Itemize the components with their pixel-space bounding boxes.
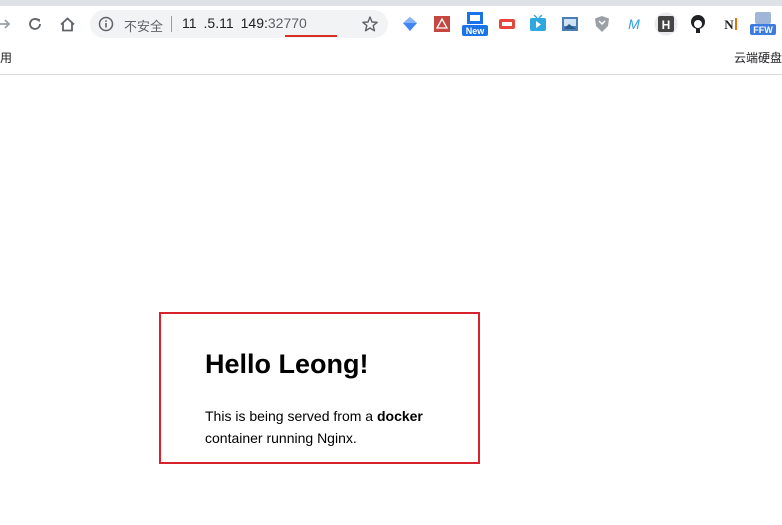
bookmarks-bar: 用 云端硬盘 [0, 42, 782, 75]
bookmark-star-icon[interactable] [361, 15, 379, 33]
image-extension-icon[interactable] [560, 14, 580, 34]
shield-extension-icon[interactable] [592, 14, 612, 34]
paragraph-text-before: This is being served from a [205, 408, 377, 424]
svg-text:H: H [662, 18, 671, 32]
port-underline-annotation [285, 35, 337, 37]
browser-toolbar: 不安全 11 .5.11 149:32770 New M H N FFW [0, 6, 782, 42]
diamond-extension-icon[interactable] [400, 14, 420, 34]
pdf-extension-icon[interactable] [432, 14, 452, 34]
bookmark-cloud-drive[interactable]: 云端硬盘 [734, 49, 782, 66]
ffw-extension-icon[interactable]: FFW [749, 12, 777, 35]
avatar-extension-icon[interactable] [688, 14, 708, 34]
red-badge-extension-icon[interactable] [497, 14, 517, 34]
svg-text:N: N [724, 17, 734, 32]
reload-button[interactable] [21, 10, 49, 38]
svg-text:New: New [466, 26, 486, 36]
h-extension-icon[interactable]: H [654, 12, 678, 36]
bookmark-apps[interactable]: 用 [0, 49, 12, 66]
url-port: 32770 [267, 15, 307, 31]
tv-extension-icon[interactable] [528, 14, 548, 34]
paragraph-bold-docker: docker [376, 408, 423, 424]
security-label[interactable]: 不安全 [124, 16, 163, 35]
url-host: 11 .5.11 149: [182, 15, 268, 31]
address-bar[interactable]: 不安全 11 .5.11 149:32770 [90, 10, 388, 38]
m-extension-icon[interactable]: M [624, 14, 644, 34]
home-icon [59, 16, 75, 31]
url-text[interactable]: 11 .5.11 149:32770 [182, 15, 307, 31]
home-button[interactable] [53, 10, 81, 38]
page-paragraph: This is being served from a docker conta… [205, 405, 455, 449]
omnibox-separator [171, 16, 172, 32]
svg-text:FFW: FFW [753, 25, 773, 35]
n-extension-icon[interactable]: N [720, 14, 740, 34]
info-icon[interactable] [98, 16, 114, 32]
reload-icon [29, 18, 41, 30]
page-heading: Hello Leong! [205, 349, 369, 379]
forward-button[interactable] [0, 10, 18, 38]
new-extension-icon[interactable]: New [462, 12, 488, 36]
arrow-right-icon [0, 19, 11, 29]
svg-text:M: M [628, 16, 640, 32]
paragraph-text-after: container running Nginx. [205, 430, 357, 446]
